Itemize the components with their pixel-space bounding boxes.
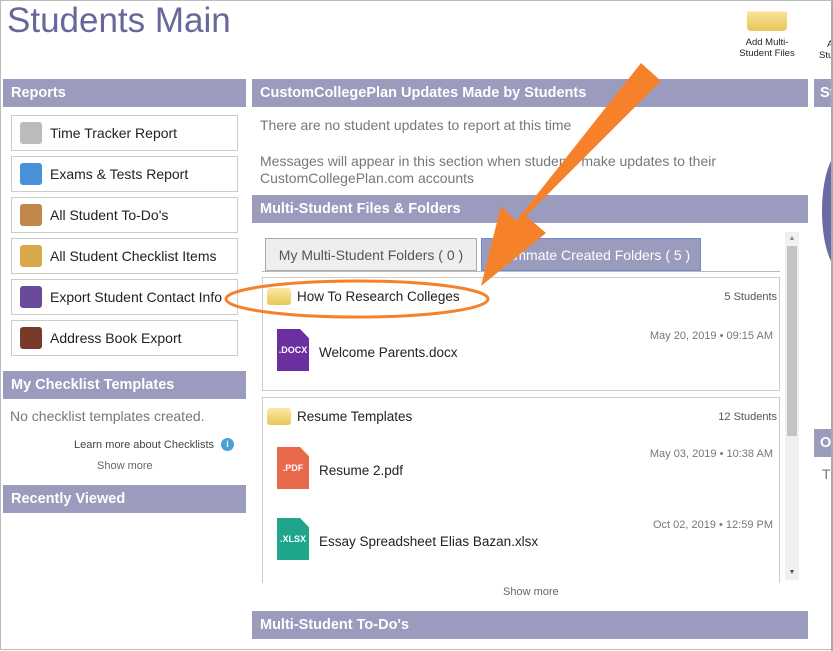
report-label: Exams & Tests Report bbox=[50, 166, 189, 182]
file-row[interactable]: .DOCX Welcome Parents.docx May 20, 2019 … bbox=[277, 328, 773, 372]
file-icon: .DOCX bbox=[277, 329, 309, 371]
add-multi-student-files-button[interactable]: Add Multi- Student Files bbox=[731, 3, 803, 59]
report-label: All Student To-Do's bbox=[50, 207, 169, 223]
page-title: Students Main bbox=[7, 1, 231, 40]
notepad-icon bbox=[20, 245, 42, 267]
file-row[interactable]: .PDF Resume 2.pdf May 03, 2019 • 10:38 A… bbox=[277, 446, 773, 490]
updates-header: CustomCollegePlan Updates Made by Studen… bbox=[252, 79, 808, 107]
report-button[interactable]: Export Student Contact Info bbox=[11, 279, 238, 315]
report-label: Export Student Contact Info bbox=[50, 289, 222, 305]
recently-viewed-header: Recently Viewed bbox=[3, 485, 246, 513]
tab-my-folders[interactable]: My Multi-Student Folders ( 0 ) bbox=[265, 238, 477, 271]
report-label: Time Tracker Report bbox=[50, 125, 178, 141]
report-button[interactable]: All Student To-Do's bbox=[11, 197, 238, 233]
scroll-thumb[interactable] bbox=[787, 246, 797, 436]
stopwatch-icon bbox=[20, 122, 42, 144]
report-label: Address Book Export bbox=[50, 330, 182, 346]
learn-more-checklists-link[interactable]: Learn more about Checklists i bbox=[74, 438, 235, 451]
tab-divider bbox=[262, 271, 780, 272]
folder-icon bbox=[267, 408, 291, 425]
folder-icon bbox=[267, 288, 291, 305]
folder-icon bbox=[747, 3, 787, 31]
clipboard-icon bbox=[20, 204, 42, 226]
folder-row[interactable]: How To Research Colleges 5 Students bbox=[267, 288, 777, 305]
checklist-templates-header: My Checklist Templates bbox=[3, 371, 246, 399]
no-checklists-text: No checklist templates created. bbox=[10, 408, 205, 424]
checklists-show-more-link[interactable]: Show more bbox=[97, 460, 153, 472]
no-updates-text: There are no student updates to report a… bbox=[260, 117, 572, 133]
scrollbar[interactable]: ▲ ▼ bbox=[785, 232, 799, 580]
scroll-down-arrow[interactable]: ▼ bbox=[785, 566, 799, 580]
todos-header: Multi-Student To-Do's bbox=[252, 611, 808, 639]
files-header: Multi-Student Files & Folders bbox=[252, 195, 808, 223]
tab-teammate-folders[interactable]: Teammate Created Folders ( 5 ) bbox=[481, 238, 701, 271]
address-book-icon bbox=[20, 327, 42, 349]
folder-row[interactable]: Resume Templates 12 Students bbox=[267, 408, 777, 425]
reports-header: Reports bbox=[3, 79, 246, 107]
bar-chart-icon bbox=[20, 163, 42, 185]
people-icon bbox=[20, 286, 42, 308]
file-row[interactable]: .XLSX Essay Spreadsheet Elias Bazan.xlsx… bbox=[277, 517, 773, 561]
report-button[interactable]: All Student Checklist Items bbox=[11, 238, 238, 274]
file-icon: .PDF bbox=[277, 447, 309, 489]
report-label: All Student Checklist Items bbox=[50, 248, 217, 264]
report-button[interactable]: Address Book Export bbox=[11, 320, 238, 356]
report-button[interactable]: Exams & Tests Report bbox=[11, 156, 238, 192]
updates-info-text: Messages will appear in this section whe… bbox=[260, 153, 717, 186]
scroll-up-arrow[interactable]: ▲ bbox=[785, 232, 799, 246]
report-button[interactable]: Time Tracker Report bbox=[11, 115, 238, 151]
info-icon: i bbox=[221, 438, 235, 451]
files-show-more-link[interactable]: Show more bbox=[503, 586, 559, 598]
file-icon: .XLSX bbox=[277, 518, 309, 560]
